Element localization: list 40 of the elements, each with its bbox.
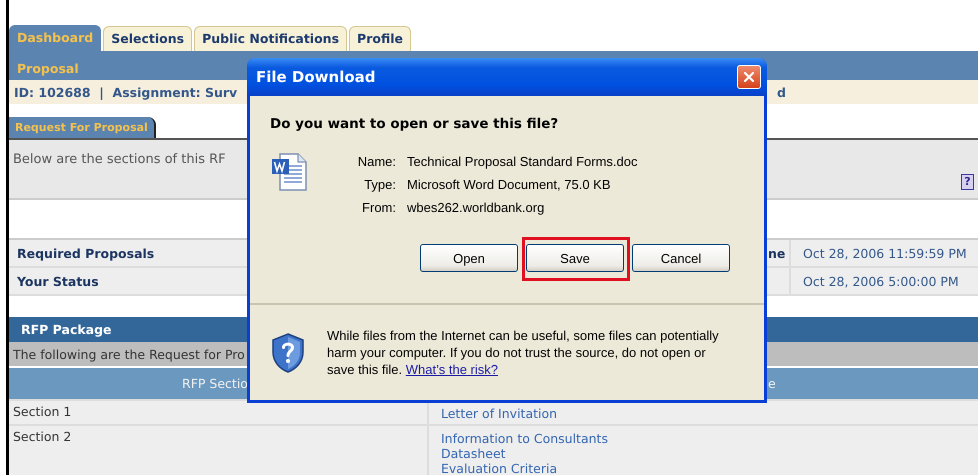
document-icon [270, 152, 310, 192]
proposal-info: ID: 102688 | Assignment: Surv [14, 84, 238, 100]
row-label: ne [768, 246, 786, 260]
table-cell: Section 1 [13, 404, 72, 419]
close-icon [743, 71, 755, 83]
row-label: Your Status [16, 274, 99, 288]
dialog-question: Do you want to open or save this file? [270, 116, 560, 132]
dialog-button[interactable]: Save [526, 244, 624, 272]
nav-tab[interactable]: Public Notifications [194, 26, 348, 51]
document-link[interactable]: Evaluation Criteria [441, 461, 608, 475]
field-label: Name: [356, 154, 396, 169]
date-text: Oct 28, 2006 11:59:59 PM [803, 246, 967, 260]
field-value: Technical Proposal Standard Forms.doc [407, 154, 638, 169]
field-label: Type: [363, 177, 396, 192]
document-link[interactable]: Letter of Invitation [441, 406, 558, 421]
table-cell: Section 2 [13, 429, 72, 444]
warning-text: While files from the Internet can be useful, some files can potentially harm your computer. If you do not trust the source, do not open or save this file. What’s the risk? [327, 327, 720, 378]
risk-link[interactable]: What’s the risk? [406, 362, 498, 377]
proposal-info: d [777, 84, 786, 100]
dialog-button[interactable]: Open [420, 244, 518, 272]
section-title: RFP Package [21, 322, 112, 337]
column-header: e [768, 376, 776, 391]
field-label: From: [361, 200, 396, 215]
help-button[interactable]: ? [961, 174, 974, 190]
date-text: Oct 28, 2006 5:00:00 PM [803, 274, 959, 288]
dialog-button[interactable]: Cancel [632, 244, 730, 272]
shield-icon [270, 332, 306, 374]
window-title: File Download [256, 68, 376, 86]
document-link[interactable]: Information to Consultants [441, 431, 608, 446]
section-title: Proposal [17, 61, 79, 76]
close-button[interactable] [737, 65, 761, 89]
row-label: Required Proposals [16, 246, 154, 260]
description-text: The following are the Request for Pro [13, 346, 245, 362]
column-header: RFP Sectio [182, 376, 248, 391]
nav-tab[interactable]: Profile [349, 26, 411, 51]
field-value: wbes262.worldbank.org [407, 200, 546, 215]
field-value: Microsoft Word Document, 75.0 KB [407, 177, 612, 192]
document-link[interactable]: Datasheet [441, 446, 608, 461]
intro-text: Below are the sections of this RF [13, 152, 226, 169]
nav-tab[interactable]: Selections [103, 26, 192, 51]
